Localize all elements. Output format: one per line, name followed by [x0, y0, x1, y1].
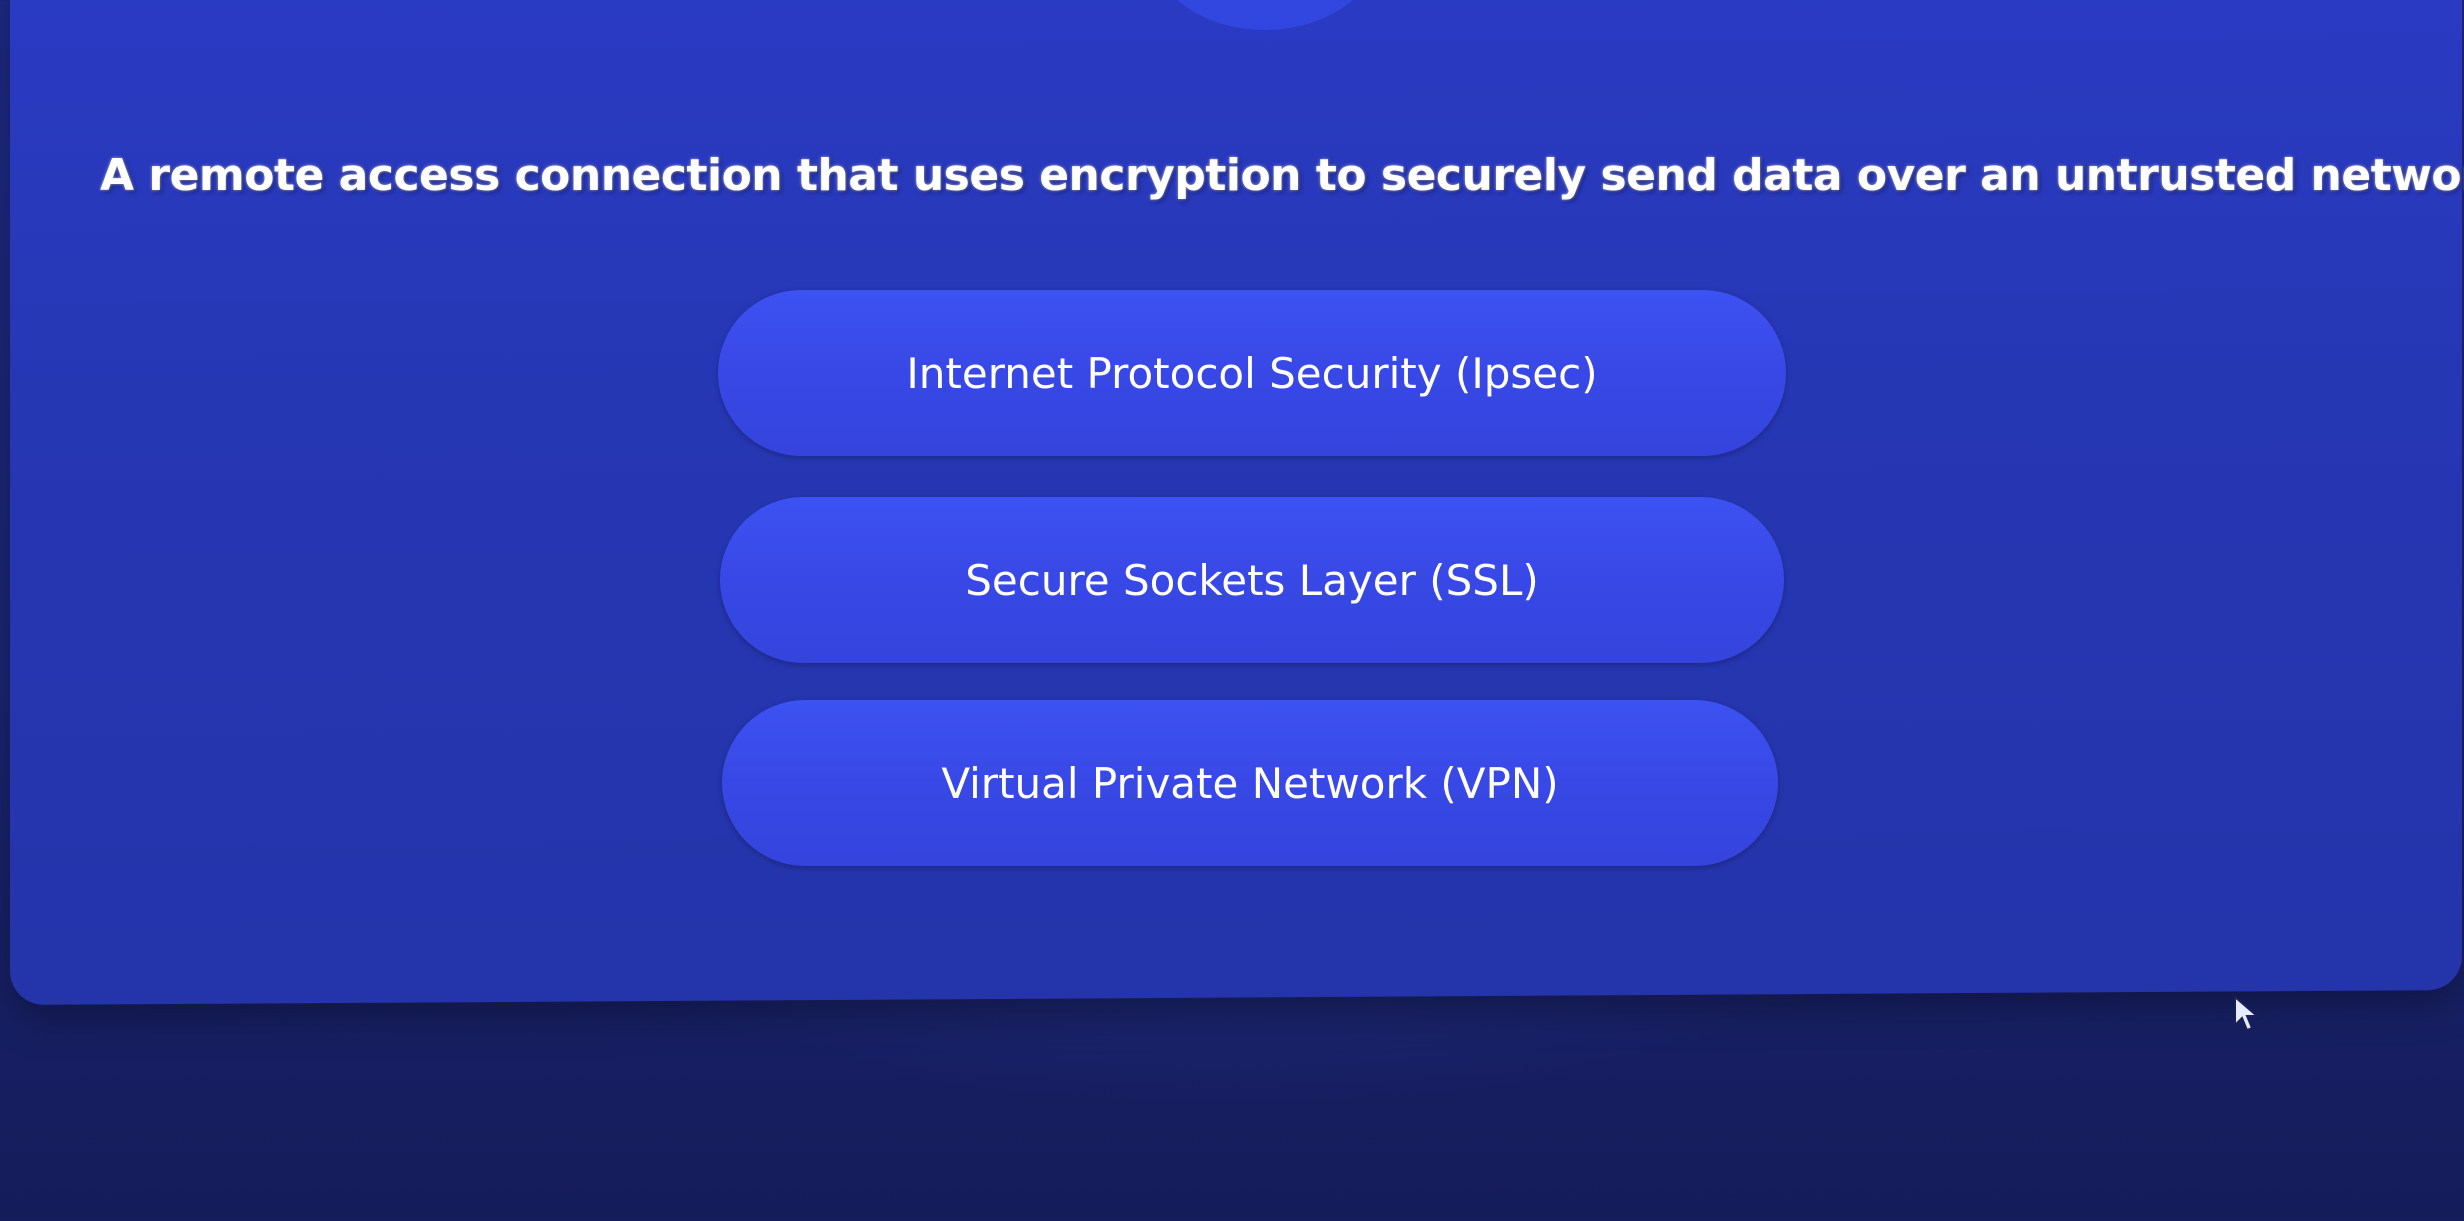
- answer-option-label: Internet Protocol Security (Ipsec): [906, 348, 1598, 398]
- answer-option-label: Secure Sockets Layer (SSL): [965, 555, 1539, 605]
- answer-option-label: Virtual Private Network (VPN): [941, 758, 1559, 808]
- question-text: A remote access connection that uses enc…: [100, 150, 2464, 201]
- answer-option-ipsec[interactable]: Internet Protocol Security (Ipsec): [718, 290, 1786, 456]
- mouse-pointer-icon: [2234, 995, 2260, 1032]
- answer-option-ssl[interactable]: Secure Sockets Layer (SSL): [720, 497, 1784, 663]
- answer-option-vpn[interactable]: Virtual Private Network (VPN): [722, 700, 1778, 866]
